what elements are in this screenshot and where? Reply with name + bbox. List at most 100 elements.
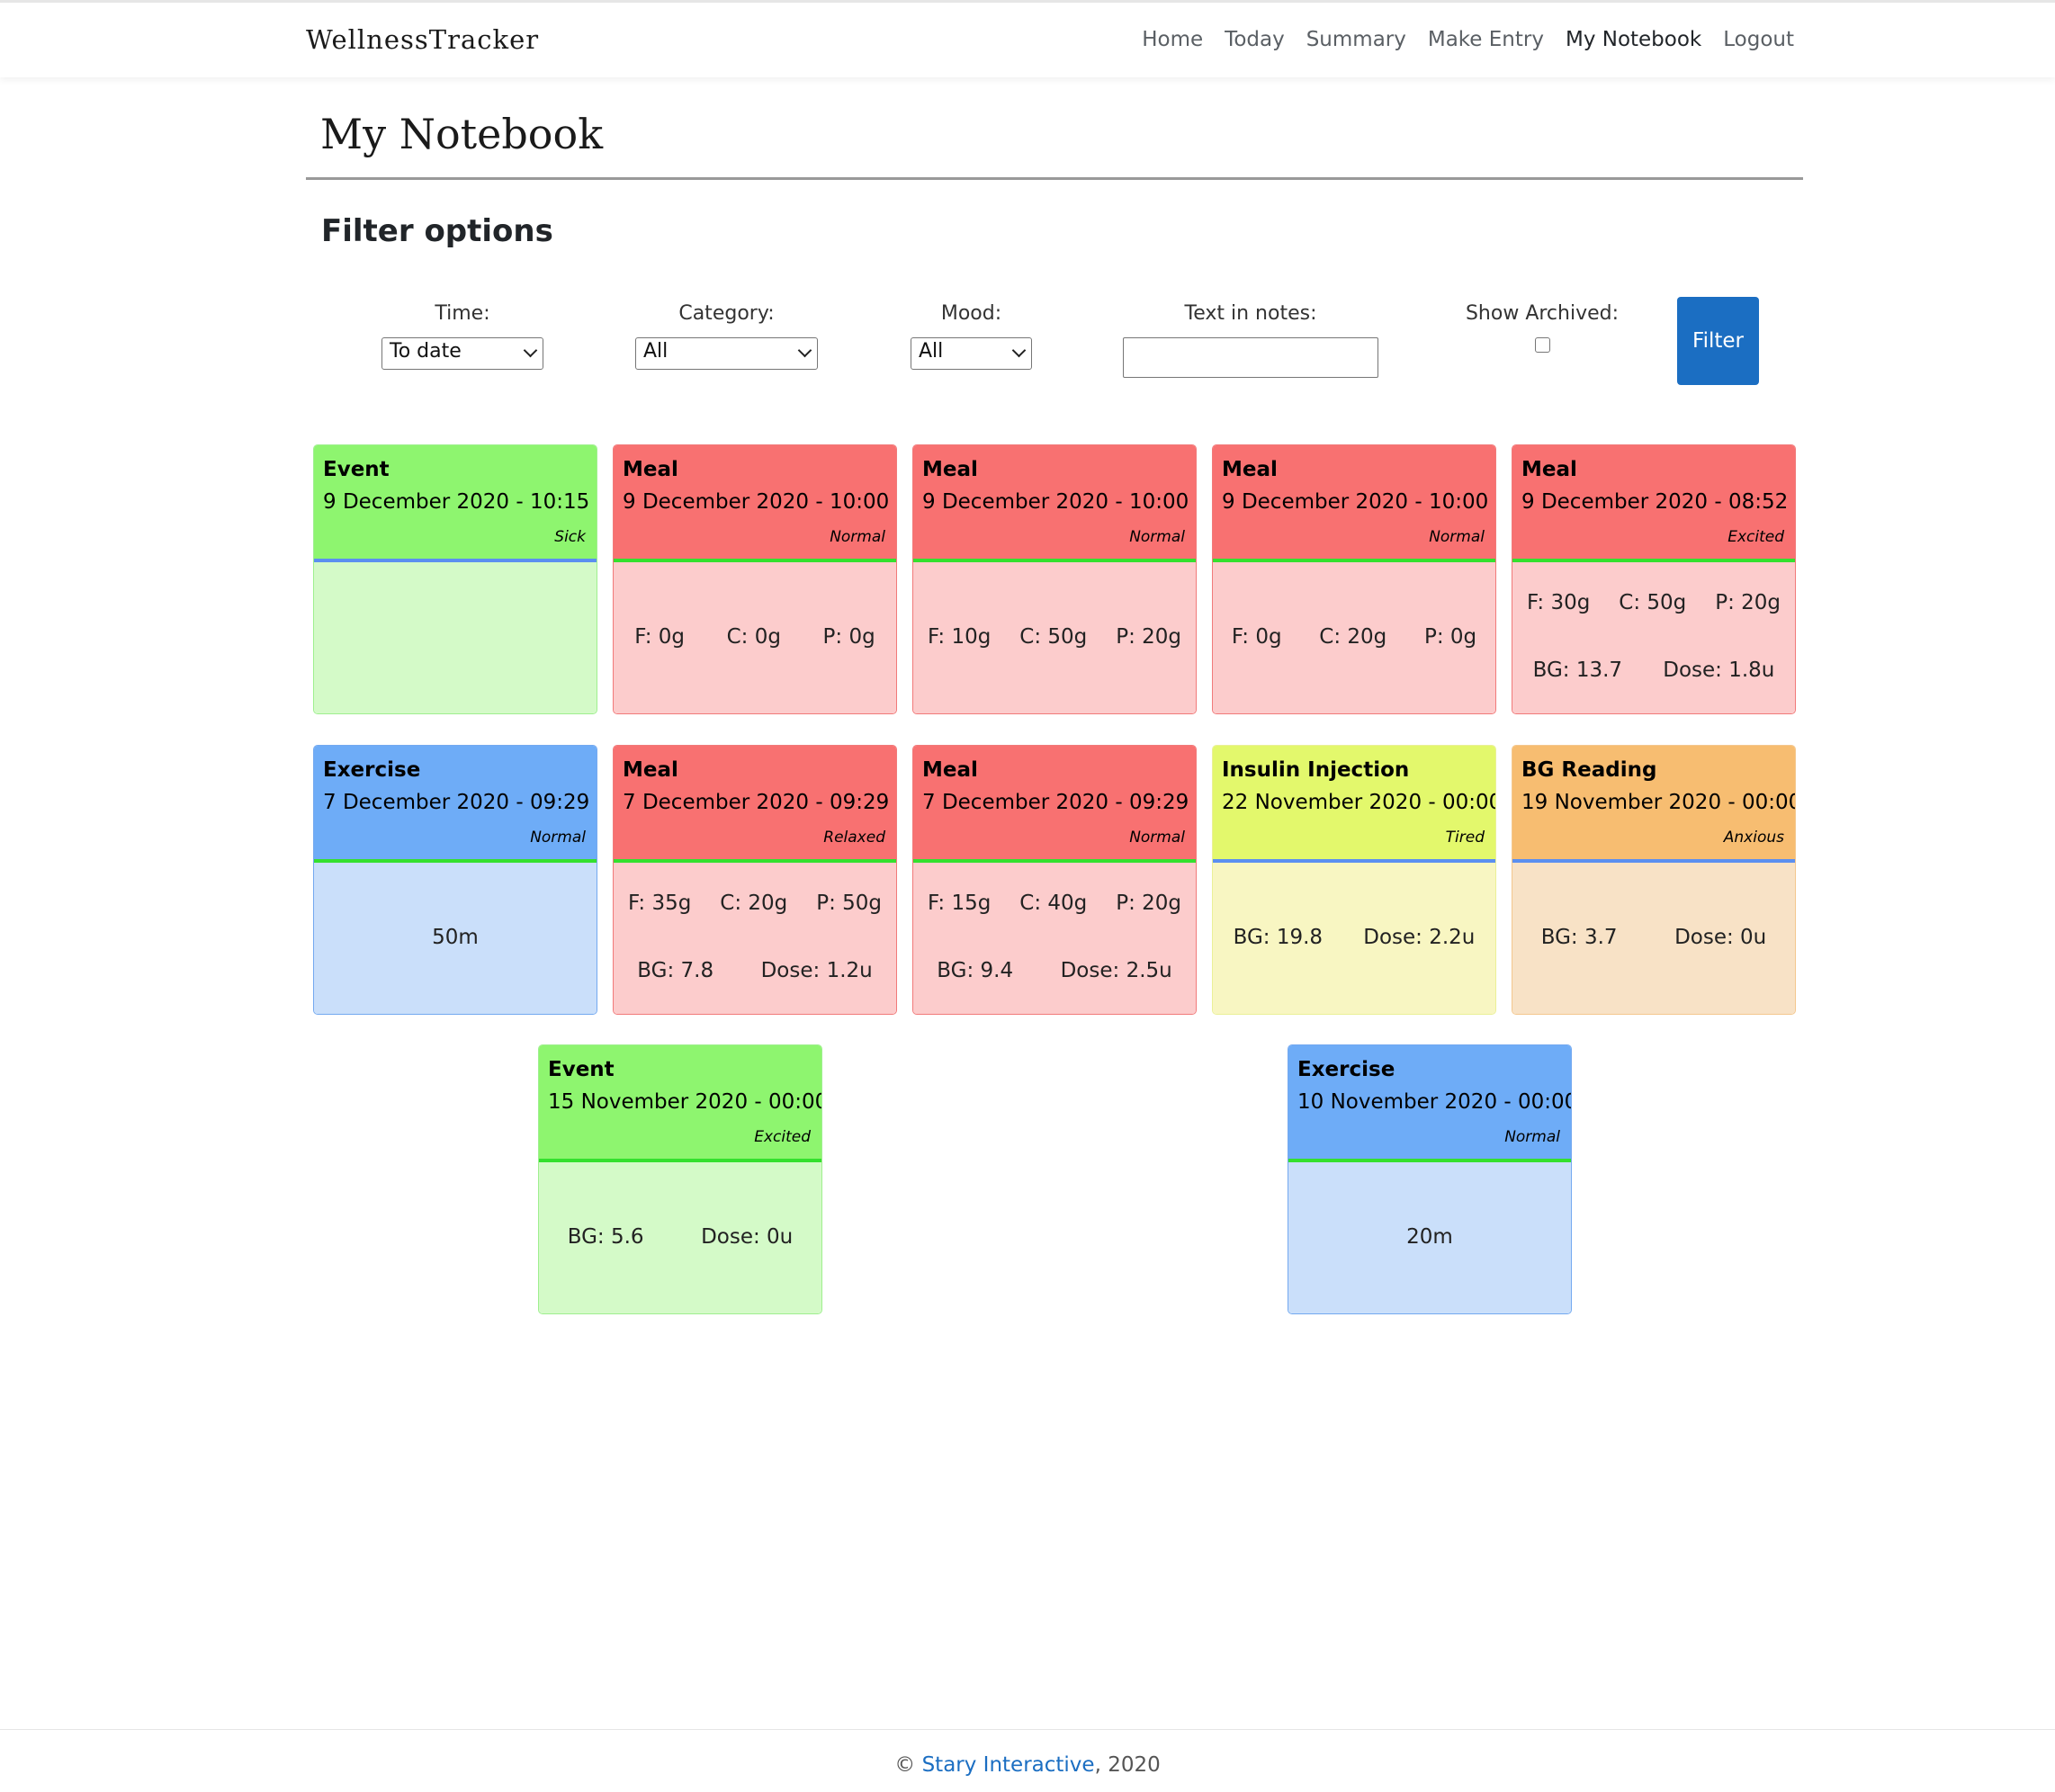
entry-card-exercise[interactable]: Exercise 7 December 2020 - 09:29 Normal 50m [313, 745, 597, 1015]
card-category: BG Reading [1521, 758, 1657, 782]
card-value: F: 35g [627, 892, 692, 915]
category-filter: Category: All [635, 302, 818, 370]
card-body [314, 562, 597, 713]
chevron-down-icon [797, 343, 812, 358]
card-mood: Tired [1445, 829, 1485, 847]
card-category: Exercise [323, 758, 421, 782]
time-filter: Time: To date [381, 302, 543, 370]
category-select[interactable]: All [635, 337, 818, 370]
card-mood: Excited [754, 1128, 811, 1146]
mood-select[interactable]: All [911, 337, 1032, 370]
card-value: C: 0g [726, 625, 781, 649]
card-category: Insulin Injection [1222, 758, 1410, 782]
nav-logout[interactable]: Logout [1723, 28, 1794, 51]
entry-card-event[interactable]: Event 15 November 2020 - 00:00 Excited BG: … [538, 1044, 822, 1314]
card-value: F: 10g [927, 625, 992, 649]
entry-card-event[interactable]: Event 9 December 2020 - 10:15 Sick [313, 444, 597, 714]
card-header: Event 9 December 2020 - 10:15 Sick [314, 445, 597, 562]
entry-card-meal[interactable]: Meal 7 December 2020 - 09:29 Normal F: 15g C… [912, 745, 1197, 1015]
card-value: F: 0g [1231, 625, 1282, 649]
chevron-down-icon [1011, 343, 1027, 358]
card-value: P: 20g [1116, 625, 1182, 649]
show-archived-checkbox[interactable] [1534, 337, 1550, 353]
card-values-row: BG: 7.8 Dose: 1.2u [614, 959, 896, 982]
card-body: F: 0g C: 0g P: 0g [614, 562, 896, 713]
card-category: Meal [922, 458, 978, 481]
card-value: F: 15g [927, 892, 992, 915]
entry-card-meal[interactable]: Meal 7 December 2020 - 09:29 Relaxed F: 35g… [613, 745, 897, 1015]
filter-heading: Filter options [321, 213, 553, 249]
card-mood: Normal [1129, 829, 1185, 847]
notes-search-input[interactable] [1123, 337, 1378, 378]
card-date: 9 December 2020 - 10:00 [1222, 490, 1489, 514]
card-value: C: 20g [720, 892, 788, 915]
card-mood: Excited [1727, 528, 1784, 546]
card-value: P: 20g [1116, 892, 1182, 915]
card-mood: Normal [1504, 1128, 1560, 1146]
card-header: Meal 9 December 2020 - 10:00 Normal [1213, 445, 1495, 562]
card-value: Dose: 1.8u [1663, 659, 1775, 682]
card-body: 50m [314, 863, 597, 1014]
card-value: Dose: 2.2u [1363, 926, 1476, 949]
card-body: F: 10g C: 50g P: 20g [913, 562, 1196, 713]
card-header: Meal 7 December 2020 - 09:29 Normal [913, 746, 1196, 863]
entry-card-meal[interactable]: Meal 9 December 2020 - 10:00 Normal F: 10g C… [912, 444, 1197, 714]
entry-card-insulin-injection[interactable]: Insulin Injection 22 November 2020 - 00:0… [1212, 745, 1496, 1015]
card-body: F: 30g C: 50g P: 20g BG: 13.7 Dose: 1.8u [1512, 562, 1795, 713]
card-body: BG: 19.8 Dose: 2.2u [1213, 863, 1495, 1014]
card-values-row: BG: 3.7 Dose: 0u [1512, 926, 1795, 949]
card-mood: Normal [830, 528, 885, 546]
entry-card-exercise[interactable]: Exercise 10 November 2020 - 00:00 Normal 20… [1288, 1044, 1572, 1314]
card-mood: Normal [530, 829, 586, 847]
nav-my-notebook[interactable]: My Notebook [1566, 28, 1701, 51]
entry-card-bg-reading[interactable]: BG Reading 19 November 2020 - 00:00 Anxiou… [1512, 745, 1796, 1015]
entry-card-meal[interactable]: Meal 9 December 2020 - 10:00 Normal F: 0g C:… [613, 444, 897, 714]
time-label: Time: [435, 302, 490, 325]
footer-suffix: , 2020 [1094, 1753, 1161, 1777]
card-values-row: BG: 19.8 Dose: 2.2u [1213, 926, 1495, 949]
card-mood: Sick [554, 528, 586, 546]
card-date: 9 December 2020 - 10:15 [323, 490, 590, 514]
nav-make-entry[interactable]: Make Entry [1428, 28, 1544, 51]
filter-button[interactable]: Filter [1677, 297, 1759, 385]
card-date: 7 December 2020 - 09:29 [922, 791, 1189, 814]
card-value: C: 40g [1019, 892, 1088, 915]
card-date: 9 December 2020 - 10:00 [623, 490, 890, 514]
footer-company-link[interactable]: Stary Interactive [922, 1753, 1095, 1777]
card-values-row: 20m [1288, 1225, 1571, 1249]
card-body: BG: 5.6 Dose: 0u [539, 1162, 821, 1313]
card-value: C: 20g [1319, 625, 1387, 649]
card-date: 22 November 2020 - 00:00 [1222, 791, 1496, 814]
card-date: 19 November 2020 - 00:00 [1521, 791, 1796, 814]
card-value: Dose: 0u [701, 1225, 794, 1249]
card-value: C: 50g [1619, 591, 1687, 614]
card-value: Dose: 0u [1674, 926, 1767, 949]
entry-card-meal[interactable]: Meal 9 December 2020 - 10:00 Normal F: 0g C:… [1212, 444, 1496, 714]
card-category: Meal [922, 758, 978, 782]
card-value: C: 50g [1019, 625, 1088, 649]
card-date: 7 December 2020 - 09:29 [323, 791, 590, 814]
card-values-row: BG: 5.6 Dose: 0u [539, 1225, 821, 1249]
navbar: WellnessTracker Home Today Summary Make … [0, 0, 2055, 77]
card-mood: Relaxed [823, 829, 885, 847]
card-mood: Anxious [1723, 829, 1784, 847]
nav-summary[interactable]: Summary [1306, 28, 1406, 51]
notes-label: Text in notes: [1184, 302, 1317, 325]
entry-card-meal[interactable]: Meal 9 December 2020 - 08:52 Excited F: 30g… [1512, 444, 1796, 714]
card-mood: Normal [1429, 528, 1485, 546]
card-body: 20m [1288, 1162, 1571, 1313]
brand-logo[interactable]: WellnessTracker [306, 24, 539, 55]
card-values-row: 50m [314, 926, 597, 949]
card-date: 7 December 2020 - 09:29 [623, 791, 890, 814]
nav-today[interactable]: Today [1225, 28, 1285, 51]
footer-prefix: © [894, 1753, 922, 1777]
card-header: Exercise 10 November 2020 - 00:00 Normal [1288, 1045, 1571, 1162]
card-header: Meal 7 December 2020 - 09:29 Relaxed [614, 746, 896, 863]
card-values-row: F: 0g C: 20g P: 0g [1213, 625, 1495, 649]
nav-home[interactable]: Home [1142, 28, 1203, 51]
card-value: BG: 19.8 [1233, 926, 1324, 949]
time-select[interactable]: To date [381, 337, 543, 370]
card-values-row: F: 0g C: 0g P: 0g [614, 625, 896, 649]
card-date: 9 December 2020 - 08:52 [1521, 490, 1789, 514]
card-category: Meal [623, 758, 678, 782]
